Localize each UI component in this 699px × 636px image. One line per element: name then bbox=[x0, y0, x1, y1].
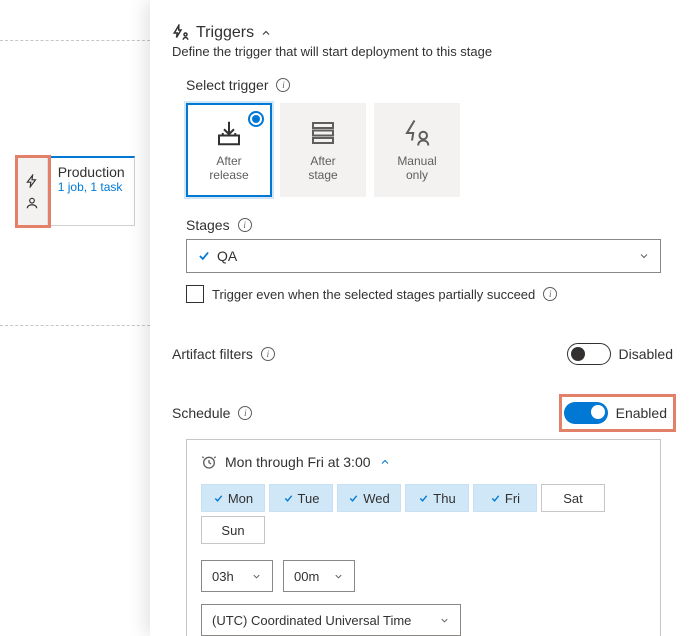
day-chip-fri[interactable]: Fri bbox=[473, 484, 537, 512]
clock-icon bbox=[201, 454, 217, 470]
info-icon[interactable]: i bbox=[261, 347, 275, 361]
info-icon[interactable]: i bbox=[276, 78, 290, 92]
schedule-summary-text: Mon through Fri at 3:00 bbox=[225, 454, 371, 470]
chevron-up-icon[interactable] bbox=[379, 456, 391, 468]
day-chip-tue[interactable]: Tue bbox=[269, 484, 333, 512]
stages-label: Stages bbox=[186, 217, 230, 233]
chevron-down-icon bbox=[251, 571, 262, 582]
info-icon[interactable]: i bbox=[238, 406, 252, 420]
user-icon bbox=[25, 196, 39, 210]
artifact-filters-state: Disabled bbox=[619, 346, 673, 362]
stage-name: Production bbox=[58, 164, 124, 180]
checkmark-icon bbox=[197, 249, 211, 263]
info-icon[interactable]: i bbox=[238, 218, 252, 232]
manual-only-icon bbox=[402, 118, 432, 148]
trigger-option-after-stage[interactable]: After stage bbox=[280, 103, 366, 197]
after-stage-icon bbox=[308, 118, 338, 148]
checkmark-icon bbox=[283, 493, 294, 504]
schedule-state: Enabled bbox=[616, 405, 667, 421]
artifact-filters-label: Artifact filters bbox=[172, 346, 253, 362]
stage-pre-conditions-button[interactable] bbox=[18, 158, 48, 225]
stages-select[interactable]: QA bbox=[186, 239, 661, 273]
day-chip-thu[interactable]: Thu bbox=[405, 484, 469, 512]
artifact-filters-toggle[interactable] bbox=[567, 343, 611, 365]
partial-succeed-label: Trigger even when the selected stages pa… bbox=[212, 287, 535, 302]
partial-succeed-checkbox[interactable] bbox=[186, 285, 204, 303]
after-release-icon bbox=[214, 118, 244, 148]
stage-card-production[interactable]: Production 1 job, 1 task bbox=[17, 156, 135, 226]
chevron-down-icon bbox=[439, 615, 450, 626]
checkmark-icon bbox=[213, 493, 224, 504]
day-chip-wed[interactable]: Wed bbox=[337, 484, 401, 512]
select-trigger-label: Select trigger bbox=[186, 77, 268, 93]
chevron-down-icon bbox=[333, 571, 344, 582]
checkmark-icon bbox=[418, 493, 429, 504]
info-icon[interactable]: i bbox=[543, 287, 557, 301]
day-chip-mon[interactable]: Mon bbox=[201, 484, 265, 512]
schedule-minute-select[interactable]: 00m bbox=[283, 560, 355, 592]
stages-selected-value: QA bbox=[217, 248, 237, 264]
schedule-toggle[interactable] bbox=[564, 402, 608, 424]
schedule-hour-select[interactable]: 03h bbox=[201, 560, 273, 592]
radio-selected-icon bbox=[248, 111, 264, 127]
chevron-up-icon[interactable] bbox=[260, 27, 272, 39]
trigger-option-after-release[interactable]: After release bbox=[186, 103, 272, 197]
schedule-timezone-select[interactable]: (UTC) Coordinated Universal Time bbox=[201, 604, 461, 636]
schedule-editor: Mon through Fri at 3:00 MonTueWedThuFriS… bbox=[186, 439, 661, 636]
schedule-label: Schedule bbox=[172, 405, 230, 421]
stage-jobs-link[interactable]: 1 job, 1 task bbox=[58, 180, 124, 194]
day-chip-sun[interactable]: Sun bbox=[201, 516, 265, 544]
checkmark-icon bbox=[348, 493, 359, 504]
panel-subtitle: Define the trigger that will start deplo… bbox=[172, 44, 677, 59]
lightning-user-icon bbox=[172, 24, 190, 42]
panel-title: Triggers bbox=[196, 24, 254, 42]
triggers-panel: Triggers Define the trigger that will st… bbox=[150, 0, 699, 636]
day-chip-sat[interactable]: Sat bbox=[541, 484, 605, 512]
lightning-icon bbox=[25, 174, 39, 188]
checkmark-icon bbox=[490, 493, 501, 504]
trigger-option-manual-only[interactable]: Manual only bbox=[374, 103, 460, 197]
chevron-down-icon bbox=[638, 250, 650, 262]
